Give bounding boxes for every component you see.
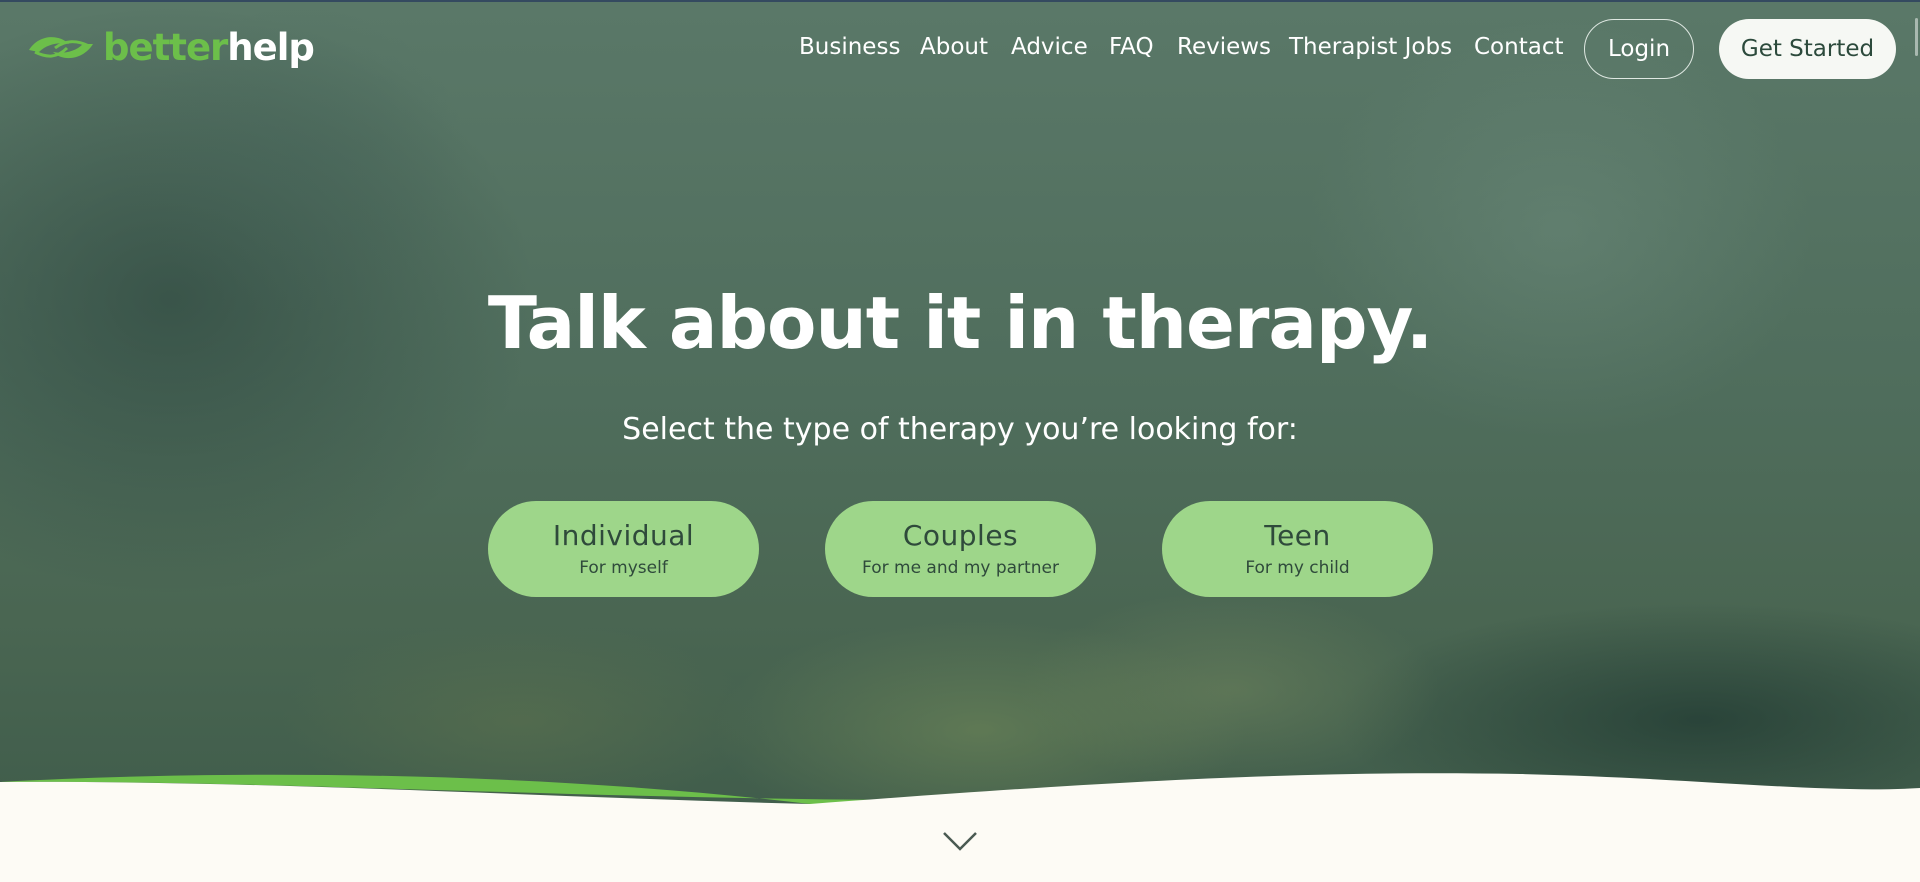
login-button[interactable]: Login — [1584, 19, 1694, 79]
individual-therapy-button[interactable]: Individual For myself — [488, 501, 759, 597]
logo-better: better — [103, 26, 228, 69]
get-started-button[interactable]: Get Started — [1719, 19, 1896, 79]
logo-wordmark: betterhelp — [103, 26, 315, 69]
option-subtitle: For my child — [1245, 558, 1350, 578]
hero-subhead: Select the type of therapy you’re lookin… — [622, 412, 1298, 447]
hero-headline: Talk about it in therapy. — [487, 281, 1433, 365]
leaf-hands-logo-icon — [29, 37, 93, 59]
nav-about[interactable]: About — [920, 32, 988, 62]
betterhelp-logo[interactable]: betterhelp — [25, 26, 315, 69]
option-title: Individual — [552, 519, 695, 552]
nav-business[interactable]: Business — [799, 32, 900, 62]
option-subtitle: For me and my partner — [862, 558, 1059, 578]
wave-divider — [0, 773, 1920, 882]
option-title: Couples — [902, 519, 1019, 552]
top-border — [0, 0, 1920, 2]
nav-faq[interactable]: FAQ — [1109, 32, 1154, 62]
couples-therapy-button[interactable]: Couples For me and my partner — [825, 501, 1096, 597]
option-subtitle: For myself — [579, 558, 668, 578]
nav-contact[interactable]: Contact — [1474, 32, 1563, 62]
option-title: Teen — [1264, 519, 1331, 552]
nav-advice[interactable]: Advice — [1011, 32, 1088, 62]
chevron-down-icon[interactable] — [940, 829, 980, 853]
nav-therapist-jobs[interactable]: Therapist Jobs — [1289, 32, 1452, 62]
scrollbar[interactable] — [1915, 18, 1918, 56]
logo-help: help — [227, 26, 315, 69]
teen-therapy-button[interactable]: Teen For my child — [1162, 501, 1433, 597]
nav-reviews[interactable]: Reviews — [1177, 32, 1271, 62]
